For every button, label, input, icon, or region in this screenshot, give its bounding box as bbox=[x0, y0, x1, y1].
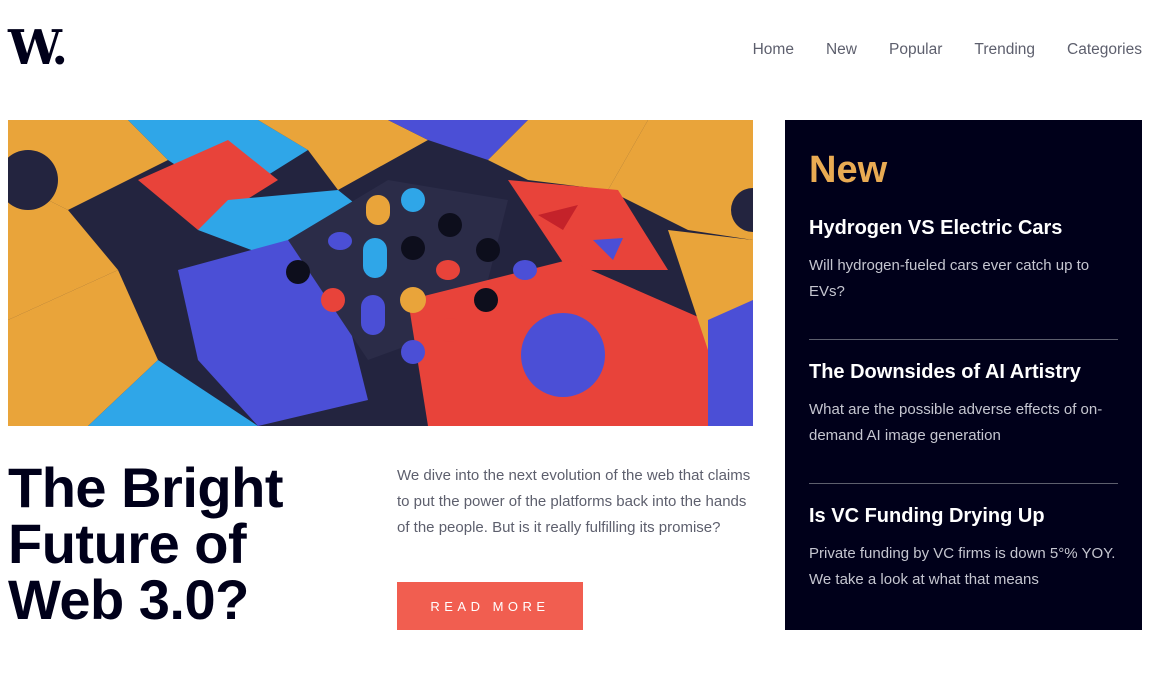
article-title[interactable]: Is VC Funding Drying Up bbox=[809, 504, 1118, 528]
hero-summary: We dive into the next evolution of the w… bbox=[397, 467, 751, 536]
nav-home[interactable]: Home bbox=[753, 40, 794, 60]
new-article-item[interactable]: Is VC Funding Drying Up Private funding … bbox=[809, 483, 1118, 627]
read-more-button[interactable]: READ MORE bbox=[397, 582, 583, 630]
article-summary: Will hydrogen-fueled cars ever catch up … bbox=[809, 257, 1090, 300]
article-title[interactable]: Hydrogen VS Electric Cars bbox=[809, 216, 1118, 240]
nav-new[interactable]: New bbox=[826, 40, 857, 60]
new-panel-title: New bbox=[809, 149, 888, 191]
new-articles-panel: New Hydrogen VS Electric Cars Will hydro… bbox=[785, 120, 1142, 630]
new-article-item[interactable]: Hydrogen VS Electric Cars Will hydrogen-… bbox=[809, 216, 1118, 339]
nav-categories[interactable]: Categories bbox=[1067, 40, 1142, 60]
article-title[interactable]: The Downsides of AI Artistry bbox=[809, 360, 1118, 384]
nav-trending[interactable]: Trending bbox=[974, 40, 1035, 60]
hero-image bbox=[8, 120, 753, 426]
article-summary: What are the possible adverse effects of… bbox=[809, 401, 1103, 444]
hero-title: The Bright Future of Web 3.0? bbox=[8, 456, 283, 631]
new-article-item[interactable]: The Downsides of AI Artistry What are th… bbox=[809, 339, 1118, 483]
article-summary: Private funding by VC firms is down 5°% … bbox=[809, 545, 1116, 588]
main-nav: Home New Popular Trending Categories bbox=[753, 40, 1142, 60]
hero-image-art bbox=[8, 120, 753, 426]
logo-text: W. bbox=[8, 20, 68, 76]
logo[interactable]: W. bbox=[8, 20, 74, 76]
nav-popular[interactable]: Popular bbox=[889, 40, 942, 60]
